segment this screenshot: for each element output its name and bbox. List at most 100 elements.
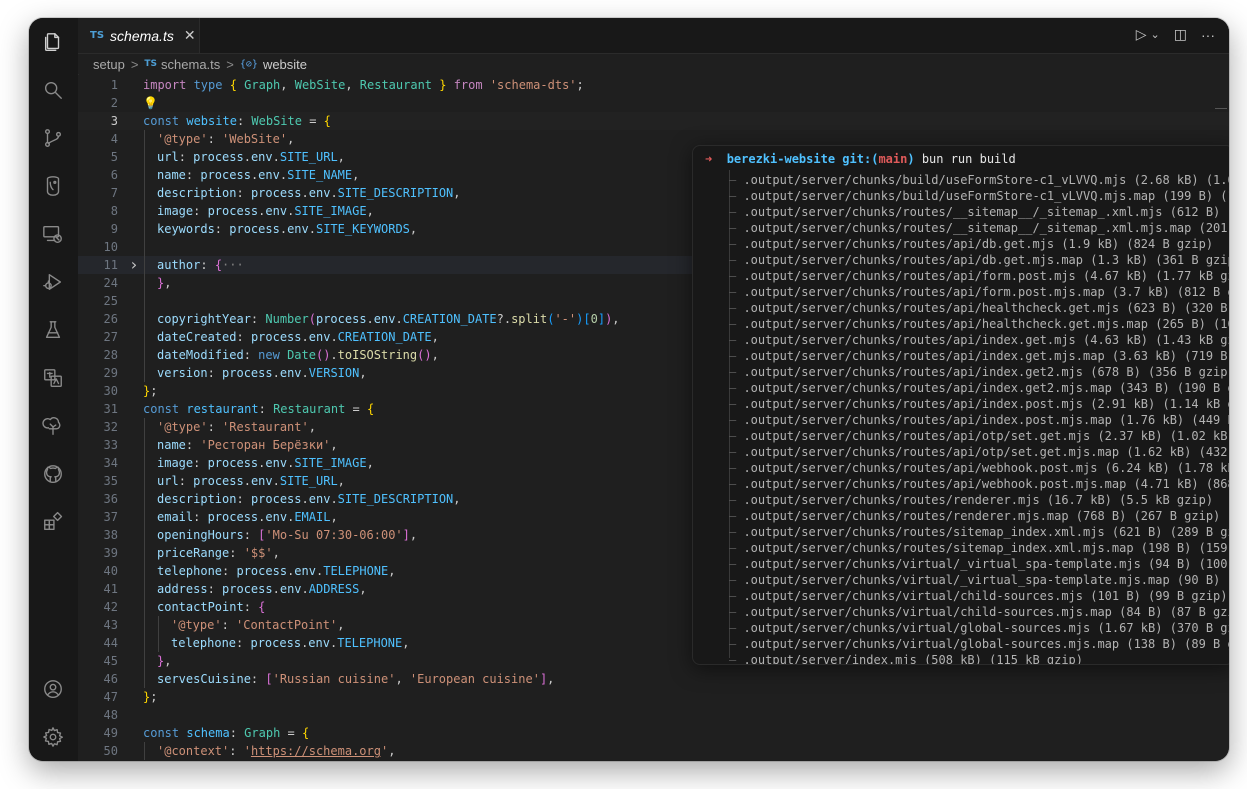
code-token: SITE_IMAGE [294, 204, 367, 218]
terminal-output-line: — .output/server/chunks/routes/api/db.ge… [729, 236, 1213, 252]
code-text: url: process.env.SITE_URL, [157, 148, 345, 166]
code-line[interactable]: 48 [78, 706, 1229, 724]
terminal-output-text: .output/server/chunks/routes/api/form.po… [743, 285, 1229, 299]
line-number: 1 [110, 78, 118, 92]
breadcrumb-folder[interactable]: setup [93, 57, 125, 72]
code-token: : [243, 600, 259, 614]
code-text: const website: WebSite = { [143, 112, 331, 130]
indent-guide [144, 238, 145, 256]
translate-icon[interactable] [41, 366, 65, 390]
code-token: : [178, 150, 194, 164]
code-line[interactable]: 50 '@context': 'https://schema.org', [78, 742, 1229, 760]
search-icon[interactable] [41, 78, 65, 102]
code-token: process [193, 474, 244, 488]
terminal-output-line: — .output/server/chunks/routes/api/index… [729, 364, 1229, 380]
code-token: contactPoint [157, 600, 244, 614]
run-debug-icon[interactable] [41, 270, 65, 294]
code-token: from [453, 78, 490, 92]
code-token: : [185, 438, 201, 452]
code-token: () [315, 348, 331, 362]
extensions-icon[interactable] [41, 510, 65, 534]
remote-explorer-icon[interactable] [41, 222, 65, 246]
code-line[interactable]: 1 import type { Graph, WebSite, Restauran… [78, 76, 1229, 94]
code-text: priceRange: '$$', [157, 544, 280, 562]
code-token: SITE_KEYWORDS [315, 222, 410, 236]
source-control-icon[interactable] [41, 126, 65, 150]
fold-chevron-icon[interactable]: › [129, 256, 139, 274]
code-token: : [250, 672, 266, 686]
terminal-output-line: — .output/server/index.mjs (508 kB) (115… [729, 652, 1083, 664]
indent-guide [144, 616, 145, 634]
line-number: 5 [110, 150, 118, 164]
code-token: SITE_URL [279, 474, 338, 488]
files-icon[interactable] [41, 30, 65, 54]
code-line[interactable]: 49 const schema: Graph = { [78, 724, 1229, 742]
code-token: openingHours [157, 528, 244, 542]
code-token: . [301, 330, 309, 344]
code-token: , [280, 78, 295, 92]
code-token: 'Mo-Su 07:30-06:00' [265, 528, 403, 542]
terminal-output-text: .output/server/chunks/routes/renderer.mj… [743, 493, 1214, 507]
code-token: , [388, 744, 396, 758]
code-token: : [229, 546, 244, 560]
code-token: schema [186, 726, 230, 740]
close-icon[interactable]: ✕ [184, 27, 196, 44]
code-token: description [157, 492, 237, 506]
code-token: CREATION_DATE [337, 330, 432, 344]
code-token: , [337, 474, 345, 488]
code-line[interactable]: 2 💡 [78, 94, 1229, 112]
terminal-output-text: .output/server/chunks/routes/api/healthc… [743, 317, 1229, 331]
settings-gear-icon[interactable] [41, 725, 65, 749]
code-token: : [258, 402, 274, 416]
code-token: : [221, 618, 237, 632]
more-actions-icon[interactable]: ··· [1201, 27, 1215, 43]
code-token: , [431, 330, 439, 344]
code-text: name: 'Ресторан Берёзки', [157, 436, 338, 454]
testing-icon[interactable] [41, 318, 65, 342]
account-icon[interactable] [41, 677, 65, 701]
terminal-output-line: — .output/server/chunks/routes/api/index… [729, 348, 1229, 364]
code-token: process [207, 456, 259, 470]
run-icon[interactable]: ▷ [1136, 26, 1147, 43]
github-icon[interactable] [41, 462, 65, 486]
line-number: 42 [103, 600, 118, 614]
code-token: . [395, 312, 403, 326]
line-number: 28 [103, 348, 118, 362]
terminal-output-line: — .output/server/chunks/virtual/child-so… [729, 588, 1228, 604]
terminal-panel[interactable]: ➜ berezki-website git:(main) bun run bui… [692, 145, 1229, 665]
breadcrumb-file[interactable]: schema.ts [161, 57, 220, 72]
line-number: 10 [103, 240, 118, 254]
code-token: https://schema.org [250, 744, 381, 758]
terminal-output-text: .output/server/chunks/routes/sitemap_ind… [743, 525, 1229, 539]
code-token: telephone [171, 636, 237, 650]
code-token: env [258, 168, 280, 182]
tree-icon[interactable] [41, 414, 65, 438]
code-line[interactable]: 46 servesCuisine: ['Russian cuisine', 'Eu… [78, 670, 1229, 688]
code-token: process [250, 492, 302, 506]
code-token: url [157, 474, 179, 488]
activity-bar [29, 18, 79, 761]
chevron-down-icon[interactable]: ⌄ [1151, 28, 1160, 41]
tree-branch-icon: — [729, 573, 744, 587]
symbol-variable-icon: {⊘} [239, 58, 258, 70]
split-editor-icon[interactable]: ◫ [1174, 26, 1187, 43]
line-number: 9 [110, 222, 118, 236]
tab-schema-ts[interactable]: TS schema.ts ✕ [78, 18, 200, 53]
code-text: '@type': 'Restaurant', [157, 418, 316, 436]
code-line[interactable]: 47}; [78, 688, 1229, 706]
terminal-output-line: — .output/server/chunks/routes/api/form.… [729, 284, 1229, 300]
code-text: image: process.env.SITE_IMAGE, [157, 202, 374, 220]
terminal-output-line: — .output/server/chunks/routes/sitemap_i… [729, 524, 1229, 540]
code-token: process [193, 150, 244, 164]
code-token: { [229, 78, 245, 92]
database-icon[interactable] [41, 174, 65, 198]
breadcrumb-symbol[interactable]: website [263, 57, 307, 72]
tree-branch-icon: — [729, 173, 744, 187]
code-line[interactable]: 3 const website: WebSite = { [78, 112, 1229, 130]
code-token: : [243, 528, 259, 542]
code-text: }; [143, 688, 157, 706]
line-number: 39 [103, 546, 118, 560]
code-token: : [200, 258, 215, 272]
code-token: , [337, 618, 345, 632]
code-token: name [157, 438, 186, 452]
